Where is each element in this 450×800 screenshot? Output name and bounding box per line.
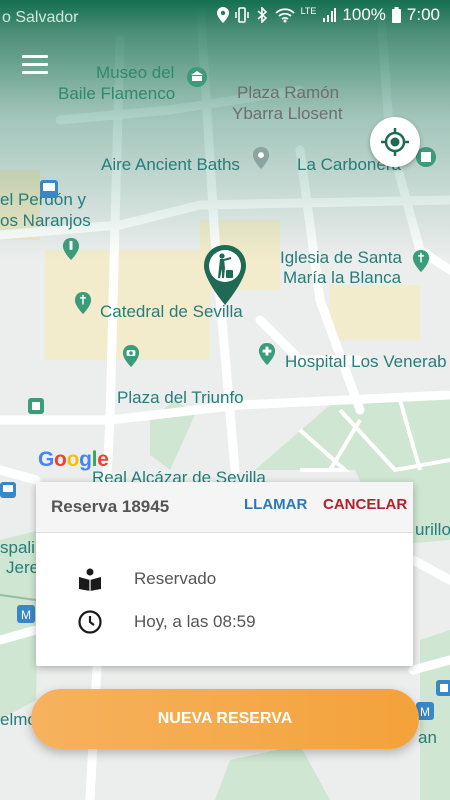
battery-percent: 100%: [342, 5, 386, 24]
reading-book-icon: [79, 568, 101, 591]
google-logo: Google: [38, 448, 109, 471]
svg-text:M: M: [420, 705, 430, 719]
svg-text:M: M: [21, 608, 31, 622]
place-pin-icon[interactable]: [250, 147, 272, 169]
wifi-icon: [274, 8, 295, 23]
monument-pin-icon[interactable]: [60, 238, 82, 260]
map-label-murillo: urillo: [415, 520, 450, 539]
map-label-espali: spali: [0, 538, 35, 557]
map-label-iglesia-1: Iglesia de Santa: [280, 248, 402, 267]
metro-icon[interactable]: [436, 680, 450, 696]
map-label-plaza-ramon-1: Plaza Ramón: [237, 83, 340, 102]
reservation-card: Reserva 18945 LLAMAR CANCELAR Reservado …: [36, 482, 413, 666]
clock-icon: [78, 610, 102, 634]
crosshair-icon: [381, 128, 409, 156]
my-location-button[interactable]: [370, 117, 420, 167]
bluetooth-icon: [257, 7, 267, 23]
hospital-pin-icon[interactable]: [256, 343, 278, 365]
reservation-card-header: Reserva 18945 LLAMAR CANCELAR: [36, 482, 413, 533]
camera-pin-icon[interactable]: [120, 345, 142, 367]
status-bar: LTE 100% 7:00: [0, 0, 450, 32]
map-label-aire: Aire Ancient Baths: [101, 155, 240, 174]
map-label-jere: Jere: [6, 558, 40, 577]
menu-icon: [22, 55, 48, 58]
cancel-button[interactable]: CANCELAR: [323, 496, 407, 513]
map-label-museo-1: Museo del: [96, 63, 175, 82]
battery-icon: [391, 7, 401, 23]
clock: 7:00: [406, 5, 440, 24]
bus-icon[interactable]: [0, 482, 16, 498]
location-icon: [216, 7, 229, 23]
driver-location-pin-icon[interactable]: [202, 244, 248, 306]
new-reservation-button[interactable]: NUEVA RESERVA: [31, 689, 419, 749]
church-pin-icon[interactable]: [72, 292, 94, 314]
map-label-plaza-triunfo: Plaza del Triunfo: [117, 388, 244, 407]
signal-icon: [323, 8, 337, 22]
menu-icon-bar: [22, 71, 48, 74]
reservation-time-row: Hoy, a las 08:59: [36, 602, 413, 642]
map-label-iglesia-2: María la Blanca: [283, 268, 402, 287]
map-label-plaza-ramon-2: Ybarra Llosent: [232, 104, 343, 123]
church-pin-icon[interactable]: [410, 250, 432, 272]
reservation-title: Reserva 18945: [51, 497, 170, 516]
reservation-status-row: Reservado: [36, 559, 413, 599]
museum-icon[interactable]: [186, 66, 208, 88]
map-label-an: an: [418, 728, 437, 747]
reservation-time: Hoy, a las 08:59: [134, 612, 256, 631]
bus-icon[interactable]: [38, 178, 60, 200]
menu-button[interactable]: [22, 55, 48, 75]
reservation-status: Reservado: [134, 569, 217, 588]
metro-icon[interactable]: [28, 398, 44, 414]
menu-icon-bar: [22, 63, 48, 66]
call-button[interactable]: LLAMAR: [244, 496, 307, 513]
metro-icon[interactable]: M: [17, 605, 35, 623]
map-label-museo-2: Baile Flamenco: [58, 84, 176, 103]
network-type: LTE: [300, 6, 317, 16]
map-label-hospital: Hospital Los Venerab: [285, 352, 447, 371]
vibrate-icon: [234, 7, 249, 23]
map-label-perdon-2: os Naranjos: [0, 211, 91, 230]
